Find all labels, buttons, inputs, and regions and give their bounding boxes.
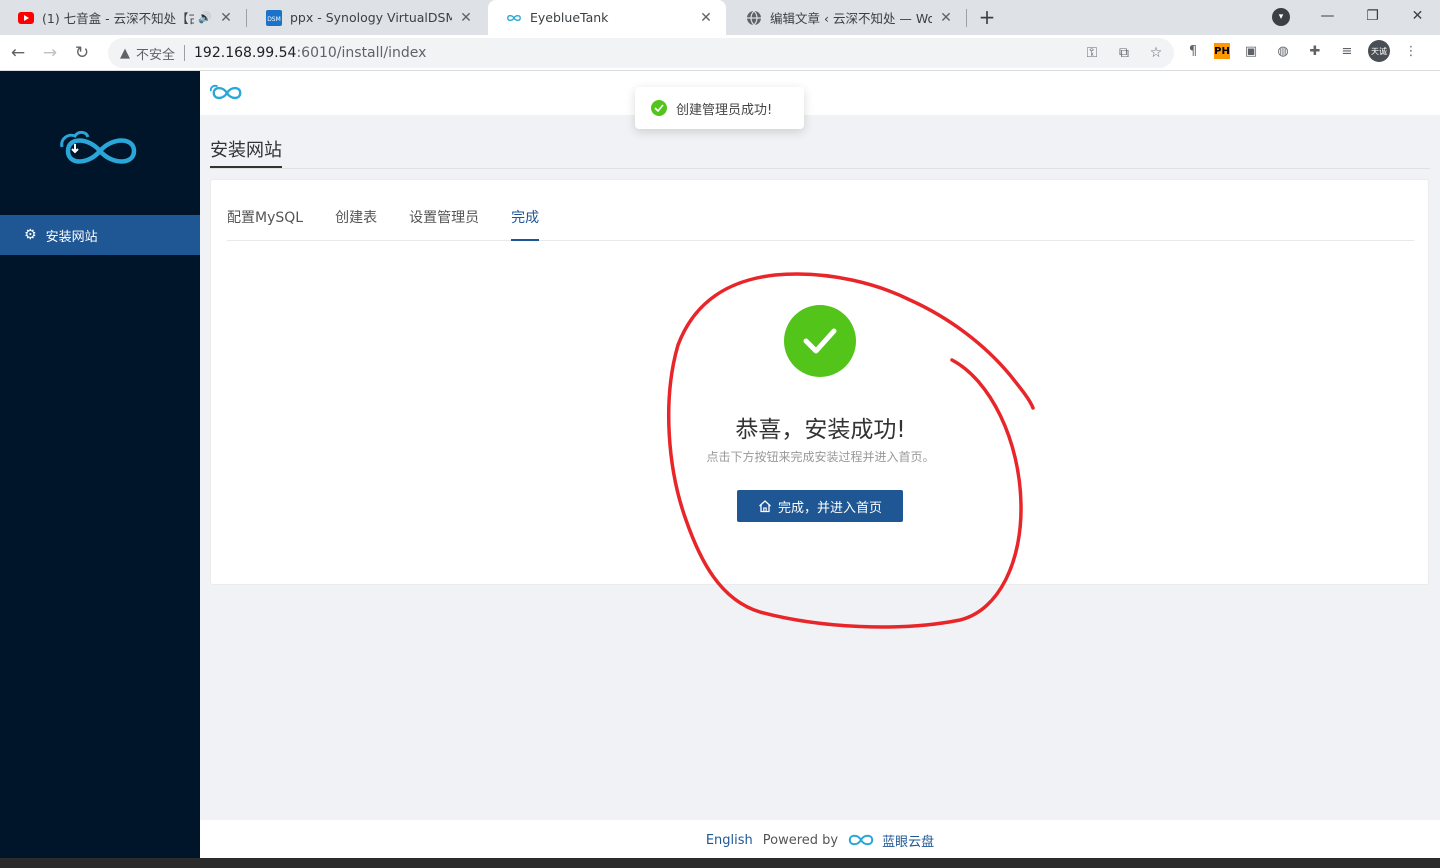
browser-tab-wordpress[interactable]: 编辑文章 ‹ 云深不知处 — Word ✕ (728, 0, 966, 35)
sidebar: ⚙ 安装网站 (0, 71, 200, 868)
footer: English Powered by 蓝眼云盘 (200, 820, 1440, 860)
address-divider (184, 45, 186, 61)
close-icon[interactable]: ✕ (698, 10, 714, 26)
avatar[interactable]: 天诚 (1368, 40, 1390, 62)
powered-by-label: Powered by (762, 832, 839, 848)
new-tab-button[interactable]: + (975, 5, 999, 29)
tab-config-mysql[interactable]: 配置MySQL (227, 198, 303, 241)
ph-extension-icon[interactable]: PH (1214, 43, 1230, 59)
reload-icon[interactable]: ↻ (68, 39, 96, 67)
page-title: 安装网站 (210, 139, 282, 168)
pilcrow-extension-icon[interactable]: ¶ (1182, 40, 1204, 62)
tab-set-admin[interactable]: 设置管理员 (409, 198, 479, 241)
brand-link[interactable]: 蓝眼云盘 (882, 831, 934, 850)
finish-enter-home-button[interactable]: 完成，并进入首页 (737, 490, 903, 522)
page-title-bar: 安装网站 (210, 139, 1430, 169)
more-menu-icon[interactable]: ⋮ (1400, 40, 1422, 62)
success-subtitle: 点击下方按钮来完成安装过程并进入首页。 (706, 450, 935, 464)
success-toast: 创建管理员成功! (635, 87, 804, 129)
window-close-icon[interactable]: ✕ (1395, 0, 1440, 32)
browser-tab-eyebluetank[interactable]: EyeblueTank ✕ (488, 0, 726, 35)
language-switch-link[interactable]: English (706, 833, 753, 848)
tab-title: 编辑文章 ‹ 云深不知处 — Word (770, 11, 932, 26)
eyeblue-logo-icon[interactable] (58, 129, 142, 177)
globe-extension-icon[interactable]: ◍ (1272, 40, 1294, 62)
eyeblue-logo-icon (846, 832, 876, 848)
tab-title: (1) 七音盒 - 云深不知处【古 (42, 11, 195, 26)
sidebar-item-label: 安装网站 (45, 229, 98, 245)
close-icon[interactable]: ✕ (218, 10, 234, 26)
install-card: 配置MySQL 创建表 设置管理员 完成 恭喜，安装成功! 点击下方按钮来完成安… (210, 179, 1429, 585)
os-taskbar (0, 858, 1440, 868)
back-icon[interactable]: ← (4, 39, 32, 67)
security-label[interactable]: 不安全 (136, 44, 175, 63)
home-icon (758, 499, 772, 513)
browser-tab-strip: (1) 七音盒 - 云深不知处【古 🔊 ✕ DSM ppx - Synology… (0, 0, 1440, 35)
tab-title: ppx - Synology VirtualDSM (290, 10, 452, 25)
sidebar-item-install[interactable]: ⚙ 安装网站 (0, 215, 200, 255)
url-host: 192.168.99.54 (194, 45, 297, 61)
top-header (200, 71, 1440, 115)
extension-bar: ¶ PH ▣ ◍ ✚ ≡ 天诚 ⋮ (1182, 40, 1422, 62)
tab-title: EyeblueTank (530, 10, 609, 25)
eyeblue-logo-icon[interactable] (209, 83, 244, 107)
main-content: 安装网站 配置MySQL 创建表 设置管理员 完成 恭喜，安装成功! 点击下方按… (200, 71, 1440, 868)
minimize-icon[interactable]: — (1305, 0, 1350, 32)
tab-finish[interactable]: 完成 (511, 198, 540, 241)
check-circle-icon (651, 100, 667, 116)
tab-divider (246, 9, 247, 27)
tab-search-icon[interactable]: ▾ (1272, 8, 1290, 26)
address-bar-actions: ⚿ ⧉ ☆ (1082, 43, 1166, 63)
install-steps: 配置MySQL 创建表 设置管理员 完成 (227, 198, 1414, 241)
warning-icon[interactable]: ▲ (120, 46, 130, 61)
restore-icon[interactable]: ❐ (1350, 0, 1395, 32)
speaker-icon[interactable]: 🔊 (198, 11, 212, 24)
success-check-icon (784, 305, 856, 377)
finish-button-label: 完成，并进入首页 (777, 500, 882, 516)
browser-tab-youtube[interactable]: (1) 七音盒 - 云深不知处【古 🔊 ✕ (0, 0, 246, 35)
tampermonkey-extension-icon[interactable]: ▣ (1240, 40, 1262, 62)
tab-divider (966, 9, 967, 27)
bookmark-star-icon[interactable]: ☆ (1146, 43, 1166, 63)
svg-text:DSM: DSM (267, 16, 281, 23)
forward-icon[interactable]: → (36, 39, 64, 67)
url-path: :6010/install/index (296, 45, 427, 61)
gear-icon: ⚙ (24, 227, 37, 243)
eyeblue-icon (506, 10, 522, 26)
address-bar[interactable]: ▲ 不安全 192.168.99.54:6010/install/index ⚿… (108, 38, 1174, 68)
toast-message: 创建管理员成功! (676, 102, 773, 118)
puzzle-extensions-icon[interactable]: ✚ (1304, 40, 1326, 62)
success-title: 恭喜，安装成功! (735, 417, 906, 443)
browser-tab-dsm[interactable]: DSM ppx - Synology VirtualDSM ✕ (248, 0, 486, 35)
window-controls: — ❐ ✕ (1305, 0, 1440, 32)
reading-list-icon[interactable]: ≡ (1336, 40, 1358, 62)
translate-icon[interactable]: ⧉ (1114, 43, 1134, 63)
globe-icon (746, 10, 762, 26)
tab-create-tables[interactable]: 创建表 (335, 198, 377, 241)
key-icon[interactable]: ⚿ (1082, 43, 1102, 63)
close-icon[interactable]: ✕ (938, 10, 954, 26)
dsm-icon: DSM (266, 9, 282, 26)
close-icon[interactable]: ✕ (458, 10, 474, 26)
youtube-icon (18, 10, 34, 26)
